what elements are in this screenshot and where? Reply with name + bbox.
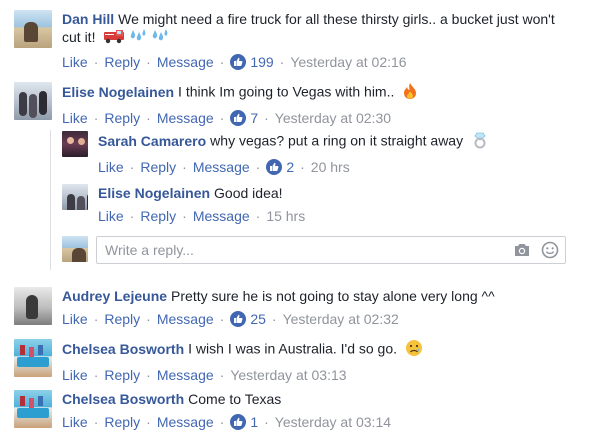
message-link[interactable]: Message bbox=[157, 413, 214, 431]
comment-actions: Like · Reply · Message · 199 · Yesterday at… bbox=[62, 53, 407, 71]
reply-link[interactable]: Reply bbox=[104, 366, 140, 384]
camera-icon[interactable] bbox=[513, 242, 531, 258]
like-count-badge[interactable]: 1 bbox=[230, 413, 258, 431]
reply-link[interactable]: Reply bbox=[104, 310, 140, 328]
comment-author[interactable]: Chelsea Bosworth bbox=[62, 391, 184, 407]
ring-emoji-icon bbox=[471, 131, 489, 153]
avatar[interactable] bbox=[14, 10, 52, 48]
like-count-badge[interactable]: 199 bbox=[230, 53, 274, 71]
comment-actions: Like · Reply · Message · 25 · Yesterday at … bbox=[62, 310, 399, 328]
fire-emoji-icon bbox=[402, 82, 418, 104]
reply-text: why vegas? put a ring on it straight awa… bbox=[210, 132, 464, 149]
reply-link[interactable]: Reply bbox=[104, 109, 140, 127]
emoji-picker-icon[interactable] bbox=[541, 241, 559, 259]
water-drops-emoji-icon bbox=[129, 28, 147, 48]
comment-actions: Like · Reply · Message · 1 · Yesterday at 0… bbox=[62, 413, 392, 431]
like-link[interactable]: Like bbox=[98, 158, 124, 176]
comment-text: I think Im going to Vegas with him.. bbox=[178, 83, 395, 100]
reply-author[interactable]: Sarah Camarero bbox=[98, 133, 206, 149]
comment-timestamp[interactable]: Yesterday at 03:13 bbox=[230, 366, 346, 384]
like-count-badge[interactable]: 7 bbox=[230, 109, 258, 127]
thumbs-up-icon bbox=[230, 311, 247, 327]
thumbs-up-icon bbox=[230, 110, 247, 126]
reply-composer bbox=[96, 236, 566, 264]
message-link[interactable]: Message bbox=[157, 366, 214, 384]
sad-face-emoji-icon bbox=[405, 339, 423, 361]
reply-timestamp[interactable]: 20 hrs bbox=[311, 158, 350, 176]
like-link[interactable]: Like bbox=[62, 413, 88, 431]
avatar[interactable] bbox=[62, 131, 88, 157]
comment-timestamp[interactable]: Yesterday at 03:14 bbox=[275, 413, 391, 431]
avatar[interactable] bbox=[14, 339, 52, 377]
reply-link[interactable]: Reply bbox=[104, 413, 140, 431]
like-count: 1 bbox=[250, 414, 259, 430]
comment-actions: Like · Reply · Message · Yesterday at 03:13 bbox=[62, 366, 347, 384]
like-link[interactable]: Like bbox=[98, 207, 124, 225]
reply-link[interactable]: Reply bbox=[140, 158, 176, 176]
reply-timestamp[interactable]: 15 hrs bbox=[266, 207, 305, 225]
reply-input[interactable] bbox=[103, 241, 487, 259]
message-link[interactable]: Message bbox=[157, 109, 214, 127]
like-count-badge[interactable]: 25 bbox=[230, 310, 266, 328]
reply-elise-nogelainen: Elise Nogelainen Good idea! Like · Reply · … bbox=[62, 184, 572, 225]
comment-author[interactable]: Elise Nogelainen bbox=[62, 84, 174, 100]
thumbs-up-icon bbox=[230, 414, 247, 430]
message-link[interactable]: Message bbox=[157, 53, 214, 71]
avatar[interactable] bbox=[14, 287, 52, 325]
water-drops-emoji-icon bbox=[151, 28, 169, 48]
comment-chelsea-bosworth: Chelsea Bosworth I wish I was in Australi… bbox=[14, 339, 574, 384]
avatar[interactable] bbox=[14, 390, 52, 428]
like-count: 25 bbox=[250, 311, 266, 327]
comment-elise-nogelainen: Elise Nogelainen I think Im going to Vega… bbox=[14, 82, 574, 127]
avatar[interactable] bbox=[14, 82, 52, 120]
like-count: 7 bbox=[250, 110, 259, 126]
like-count-badge[interactable]: 2 bbox=[266, 158, 294, 176]
comment-timestamp[interactable]: Yesterday at 02:32 bbox=[283, 310, 399, 328]
reply-actions: Like · Reply · Message · 2 · 20 hrs bbox=[98, 158, 350, 176]
thumbs-up-icon bbox=[266, 159, 283, 175]
comment-text: I wish I was in Australia. I'd so go. bbox=[188, 340, 398, 357]
comment-timestamp[interactable]: Yesterday at 02:30 bbox=[275, 109, 391, 127]
reply-author[interactable]: Elise Nogelainen bbox=[98, 185, 210, 201]
reply-link[interactable]: Reply bbox=[140, 207, 176, 225]
comment-audrey-lejeune: Audrey Lejeune Pretty sure he is not goin… bbox=[14, 287, 574, 328]
comment-text: Pretty sure he is not going to stay alon… bbox=[171, 288, 495, 304]
reply-text: Good idea! bbox=[214, 185, 283, 201]
comment-author[interactable]: Chelsea Bosworth bbox=[62, 341, 184, 357]
like-link[interactable]: Like bbox=[62, 109, 88, 127]
message-link[interactable]: Message bbox=[193, 158, 250, 176]
comment-dan-hill: Dan Hill We might need a fire truck for a… bbox=[14, 10, 574, 71]
thumbs-up-icon bbox=[230, 54, 247, 71]
avatar[interactable] bbox=[62, 184, 88, 210]
current-user-avatar bbox=[62, 236, 88, 262]
reply-sarah-camarero: Sarah Camarero why vegas? put a ring on i… bbox=[62, 131, 572, 176]
message-link[interactable]: Message bbox=[193, 207, 250, 225]
message-link[interactable]: Message bbox=[157, 310, 214, 328]
comment-author[interactable]: Dan Hill bbox=[62, 11, 114, 27]
reply-actions: Like · Reply · Message · 15 hrs bbox=[98, 207, 306, 225]
fire-truck-emoji-icon bbox=[103, 28, 125, 48]
like-count: 199 bbox=[250, 54, 274, 71]
comment-chelsea-bosworth-2: Chelsea Bosworth Come to Texas Like · Repl… bbox=[14, 390, 574, 431]
like-count: 2 bbox=[286, 159, 295, 175]
reply-thread-line bbox=[50, 130, 51, 270]
comment-text: Come to Texas bbox=[188, 391, 282, 407]
comment-actions: Like · Reply · Message · 7 · Yesterday at 0… bbox=[62, 109, 392, 127]
comment-author[interactable]: Audrey Lejeune bbox=[62, 288, 167, 304]
like-link[interactable]: Like bbox=[62, 53, 88, 71]
like-link[interactable]: Like bbox=[62, 310, 88, 328]
reply-link[interactable]: Reply bbox=[104, 53, 140, 71]
comment-timestamp[interactable]: Yesterday at 02:16 bbox=[290, 53, 406, 71]
like-link[interactable]: Like bbox=[62, 366, 88, 384]
